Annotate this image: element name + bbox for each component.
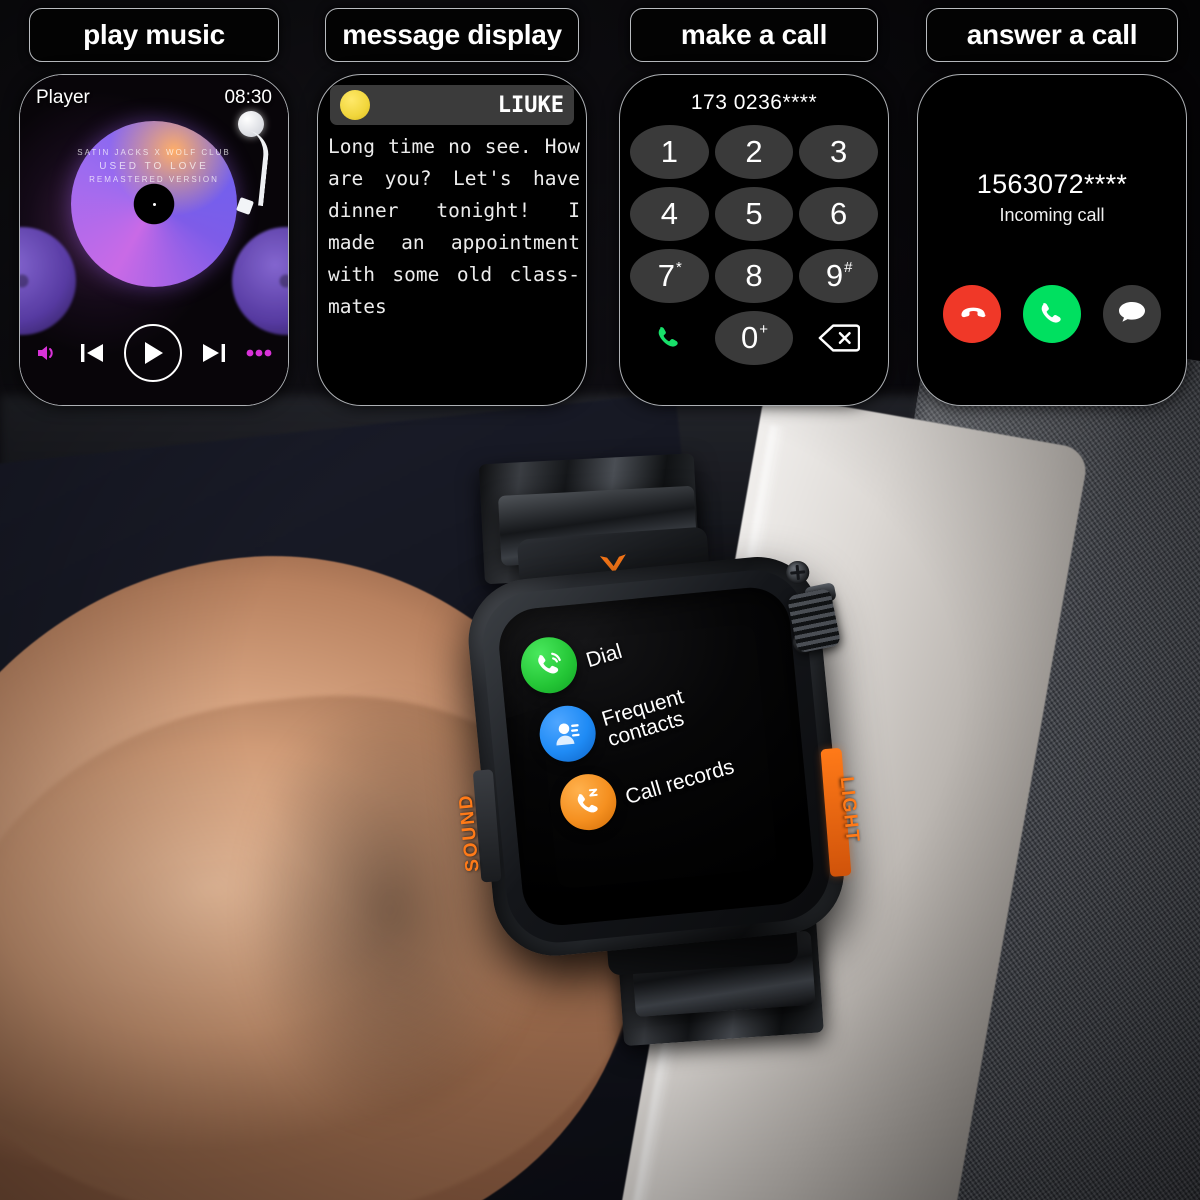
panel-label-play-music: play music <box>29 8 279 62</box>
incoming-call-actions <box>918 285 1186 343</box>
chat-bubble-icon <box>1119 302 1145 322</box>
next-track-icon[interactable] <box>201 341 227 365</box>
menu-item-dial-label: Dial <box>583 640 625 673</box>
panel-label-text: make a call <box>680 19 828 50</box>
message-screen[interactable]: LIUKE Long time no see. How are you? Let… <box>317 74 587 406</box>
message-reply-button[interactable] <box>1103 285 1161 343</box>
key-8[interactable]: 8 <box>714 249 794 303</box>
message-sender-name: LIUKE <box>497 92 564 118</box>
incoming-caller-number: 1563072**** <box>976 169 1128 199</box>
case-screw-top <box>785 559 811 586</box>
dialpad: 1 2 3 4 5 6 7 * 8 9 # 0 + <box>630 125 878 365</box>
more-options-icon[interactable] <box>246 348 272 358</box>
previous-track-icon[interactable] <box>79 341 105 365</box>
panel-answer-a-call: answer a call 1563072**** Incoming call <box>906 0 1198 420</box>
panel-label-text: play music <box>83 19 225 50</box>
play-button[interactable] <box>124 324 182 382</box>
call-button[interactable] <box>630 311 709 365</box>
menu-item-call-records-label: Call records <box>622 755 737 810</box>
panel-label-make-a-call: make a call <box>630 8 878 62</box>
panel-label-text: message display <box>342 19 562 50</box>
smartwatch: LIGHT SOUND Dial Frequent contacts Call … <box>421 430 928 1059</box>
menu-item-frequent-contacts-label: Frequent contacts <box>599 684 687 752</box>
vinyl-spindle <box>152 202 156 206</box>
panel-play-music: play music GONS SATIN JACKS X WOLF CLUB … <box>8 0 300 420</box>
key-4[interactable]: 4 <box>630 187 709 241</box>
key-9[interactable]: 9 # <box>799 249 878 303</box>
dialed-number-display: 173 0236**** <box>690 91 818 114</box>
menu-item-call-records[interactable]: Call records <box>557 754 800 833</box>
decline-call-button[interactable] <box>943 285 1001 343</box>
key-7[interactable]: 7 * <box>630 249 709 303</box>
key-5[interactable]: 5 <box>714 187 794 241</box>
dial-icon <box>518 634 580 696</box>
panel-message-display: message display LIUKE Long time no see. … <box>306 0 598 420</box>
menu-item-dial[interactable]: Dial <box>518 615 786 696</box>
menu-item-frequent-contacts[interactable]: Frequent contacts <box>537 684 793 765</box>
player-screen[interactable]: GONS SATIN JACKS X WOLF CLUB USED TO LOV… <box>19 74 289 406</box>
call-menu-list: Dial Frequent contacts Call records <box>514 615 801 850</box>
incoming-call-screen[interactable]: 1563072**** Incoming call <box>917 74 1187 406</box>
message-header: LIUKE <box>330 85 574 125</box>
panel-label-text: answer a call <box>966 19 1138 50</box>
message-body-text: Long time no see. How are you? Let's hav… <box>328 135 580 318</box>
call-records-icon <box>557 771 619 833</box>
player-header: Player 08:30 <box>20 83 288 113</box>
contacts-icon <box>537 703 599 765</box>
player-controls <box>20 323 288 383</box>
product-image: LIGHT SOUND Dial Frequent contacts Call … <box>0 0 1200 1200</box>
volume-icon[interactable] <box>36 342 60 364</box>
accept-call-button[interactable] <box>1023 285 1081 343</box>
key-6[interactable]: 6 <box>799 187 878 241</box>
backspace-button[interactable] <box>799 311 878 365</box>
key-0[interactable]: 0 + <box>714 311 794 365</box>
panel-make-a-call: make a call 173 0236**** 1 2 3 4 5 6 7 * … <box>608 0 900 420</box>
avatar <box>340 90 370 120</box>
incoming-call-status: Incoming call <box>999 205 1105 225</box>
tonearm-icon <box>212 111 272 219</box>
watch-case: LIGHT SOUND Dial Frequent contacts Call … <box>455 551 863 962</box>
key-3[interactable]: 3 <box>799 125 878 179</box>
player-clock: 08:30 <box>224 87 272 108</box>
key-1[interactable]: 1 <box>630 125 709 179</box>
panel-label-message-display: message display <box>325 8 579 62</box>
player-title: Player <box>36 87 90 108</box>
panel-label-answer-a-call: answer a call <box>926 8 1178 62</box>
dialer-screen[interactable]: 173 0236**** 1 2 3 4 5 6 7 * 8 9 # 0 + <box>619 74 889 406</box>
watch-screen[interactable]: Dial Frequent contacts Call records <box>495 584 817 929</box>
feature-panels: play music GONS SATIN JACKS X WOLF CLUB … <box>0 0 1200 420</box>
key-2[interactable]: 2 <box>714 125 794 179</box>
